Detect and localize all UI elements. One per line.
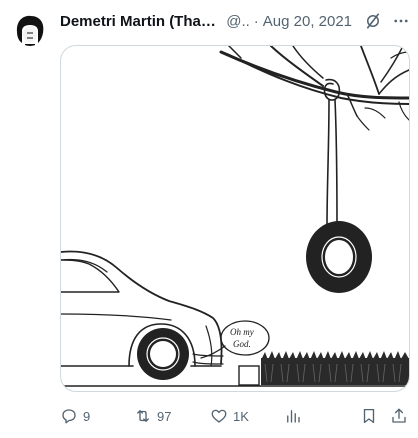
car-wheel — [137, 328, 189, 380]
caption-line-2: God. — [233, 339, 251, 349]
tweet[interactable]: Demetri Martin (That... @.. · Aug 20, 20… — [0, 0, 418, 438]
grok-icon[interactable] — [364, 12, 382, 30]
author-name[interactable]: Demetri Martin (That... — [60, 13, 218, 30]
author-handle[interactable]: @.. — [226, 13, 250, 30]
avatar[interactable] — [14, 14, 46, 46]
reply-button[interactable]: 9 — [60, 404, 90, 428]
like-button[interactable]: 1K — [210, 404, 249, 428]
like-count: 1K — [233, 408, 249, 424]
grass-hedge — [261, 351, 409, 385]
bookmark-button[interactable] — [360, 404, 378, 428]
separator-dot: · — [253, 12, 259, 30]
views-button[interactable] — [284, 404, 302, 428]
retweet-icon — [137, 410, 149, 422]
share-button[interactable] — [390, 404, 408, 428]
heart-icon — [211, 409, 227, 423]
retweet-count: 97 — [157, 408, 172, 424]
tweet-header: Demetri Martin (That... @.. · Aug 20, 20… — [60, 10, 410, 32]
tweet-date[interactable]: Aug 20, 2021 — [263, 13, 352, 30]
caption-line-1: Oh my — [230, 327, 254, 337]
share-icon — [392, 408, 406, 423]
bookmark-icon — [363, 408, 375, 424]
reply-count: 9 — [83, 408, 91, 424]
tree-branch — [219, 46, 409, 131]
action-bar: 9 97 1K — [60, 404, 410, 428]
tweet-image[interactable]: Oh my God. — [60, 45, 410, 392]
bar-chart-icon — [287, 410, 300, 423]
tire-swing — [306, 221, 372, 293]
speech-bubble-icon — [62, 409, 76, 424]
retweet-button[interactable]: 97 — [134, 404, 171, 428]
more-icon[interactable] — [392, 12, 410, 30]
curb-block — [238, 365, 260, 386]
avatar-portrait-icon — [14, 14, 46, 46]
cartoon-illustration: Oh my God. — [61, 46, 409, 387]
swing-rope — [323, 78, 341, 227]
